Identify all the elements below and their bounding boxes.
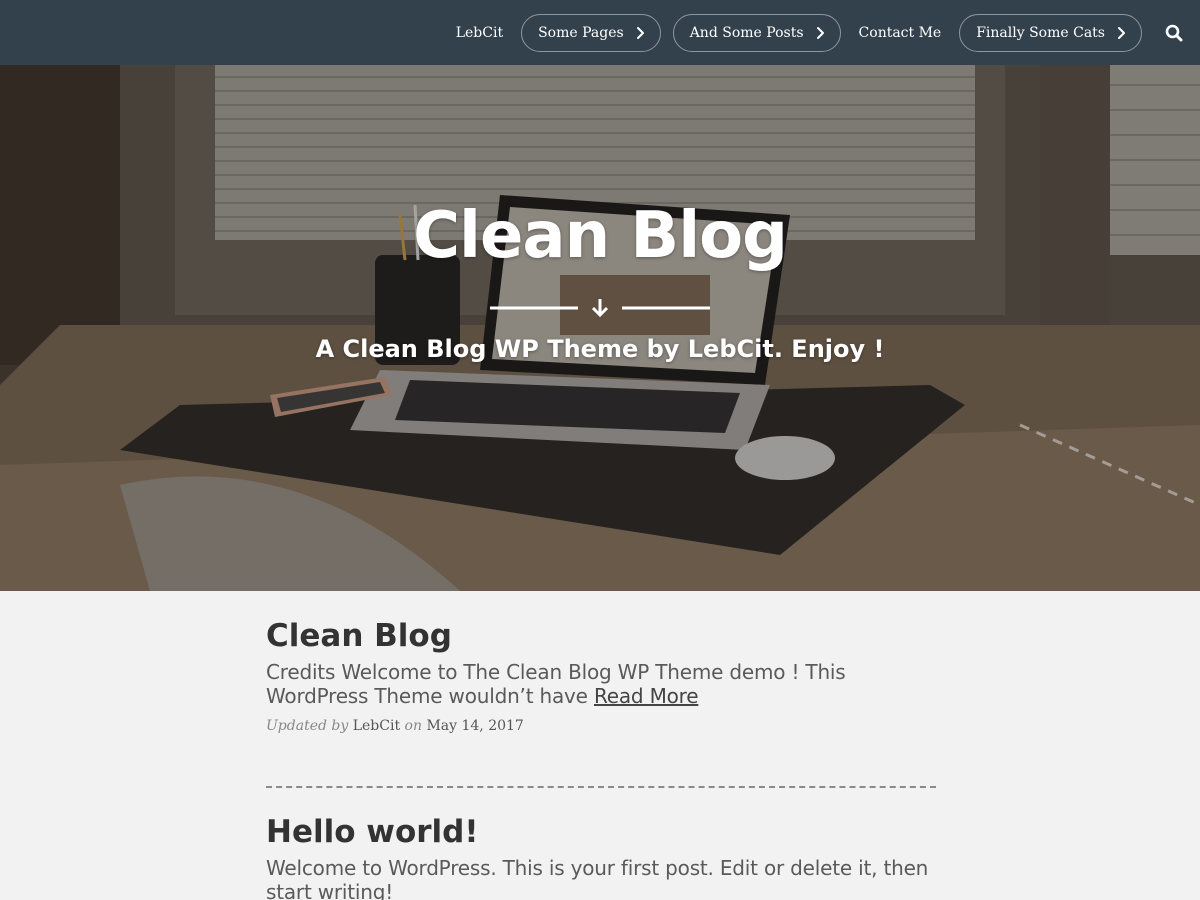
nav-item-some-posts[interactable]: And Some Posts bbox=[672, 13, 841, 52]
nav-menu: LebCit Some Pages And Some Posts Contact… bbox=[444, 0, 1200, 65]
post-title[interactable]: Clean Blog bbox=[266, 616, 936, 656]
nav-item-contact-me[interactable]: Contact Me bbox=[847, 14, 954, 52]
post-excerpt-line: WordPress Theme wouldn’t have Read More bbox=[266, 684, 936, 708]
post-excerpt-line: start writing! bbox=[266, 880, 394, 900]
nav-item-label: LebCit bbox=[455, 24, 504, 41]
post-excerpt-line: Credits Welcome to The Clean Blog WP The… bbox=[266, 660, 846, 684]
nav-item-some-cats[interactable]: Finally Some Cats bbox=[959, 13, 1142, 52]
site-title[interactable]: Clean Blog bbox=[0, 199, 1200, 273]
hero-overlay bbox=[0, 65, 1200, 591]
hero-divider bbox=[490, 299, 710, 318]
post-preview: Clean Blog Credits Welcome to The Clean … bbox=[266, 616, 936, 734]
read-more-link[interactable]: Read More bbox=[594, 684, 699, 708]
post-separator bbox=[266, 786, 936, 788]
post-author-link[interactable]: LebCit bbox=[353, 718, 400, 734]
nav-item-label: Some Pages bbox=[538, 24, 624, 41]
post-title[interactable]: Hello world! bbox=[266, 812, 936, 852]
post-meta-on: on bbox=[404, 718, 422, 734]
chevron-right-icon[interactable] bbox=[1115, 26, 1129, 40]
post-date[interactable]: May 14, 2017 bbox=[426, 718, 523, 734]
search-button[interactable] bbox=[1148, 0, 1200, 65]
post-meta-prefix: Updated by bbox=[266, 718, 349, 734]
post-excerpt-line: Welcome to WordPress. This is your first… bbox=[266, 856, 929, 880]
post-excerpt: Credits Welcome to The Clean Blog WP The… bbox=[266, 660, 936, 708]
site-tagline: A Clean Blog WP Theme by LebCit. Enjoy ! bbox=[315, 335, 885, 363]
post-meta: Updated by LebCit on May 14, 2017 bbox=[266, 718, 936, 734]
arrow-down-icon bbox=[591, 299, 609, 318]
search-icon bbox=[1165, 24, 1183, 41]
nav-item-label: And Some Posts bbox=[689, 24, 804, 41]
post-excerpt: Welcome to WordPress. This is your first… bbox=[266, 856, 936, 900]
chevron-right-icon[interactable] bbox=[634, 26, 648, 40]
nav-item-label: Finally Some Cats bbox=[976, 24, 1105, 41]
nav-item-lebcit[interactable]: LebCit bbox=[444, 14, 515, 52]
post-preview: Hello world! Welcome to WordPress. This … bbox=[266, 812, 936, 900]
post-excerpt-text: WordPress Theme wouldn’t have bbox=[266, 684, 588, 708]
nav-item-label: Contact Me bbox=[858, 24, 942, 41]
hero-header: Clean Blog A Clean Blog WP Theme by LebC… bbox=[0, 65, 1200, 591]
chevron-right-icon[interactable] bbox=[814, 26, 828, 40]
top-navbar: LebCit Some Pages And Some Posts Contact… bbox=[0, 0, 1200, 65]
nav-item-some-pages[interactable]: Some Pages bbox=[521, 13, 661, 52]
